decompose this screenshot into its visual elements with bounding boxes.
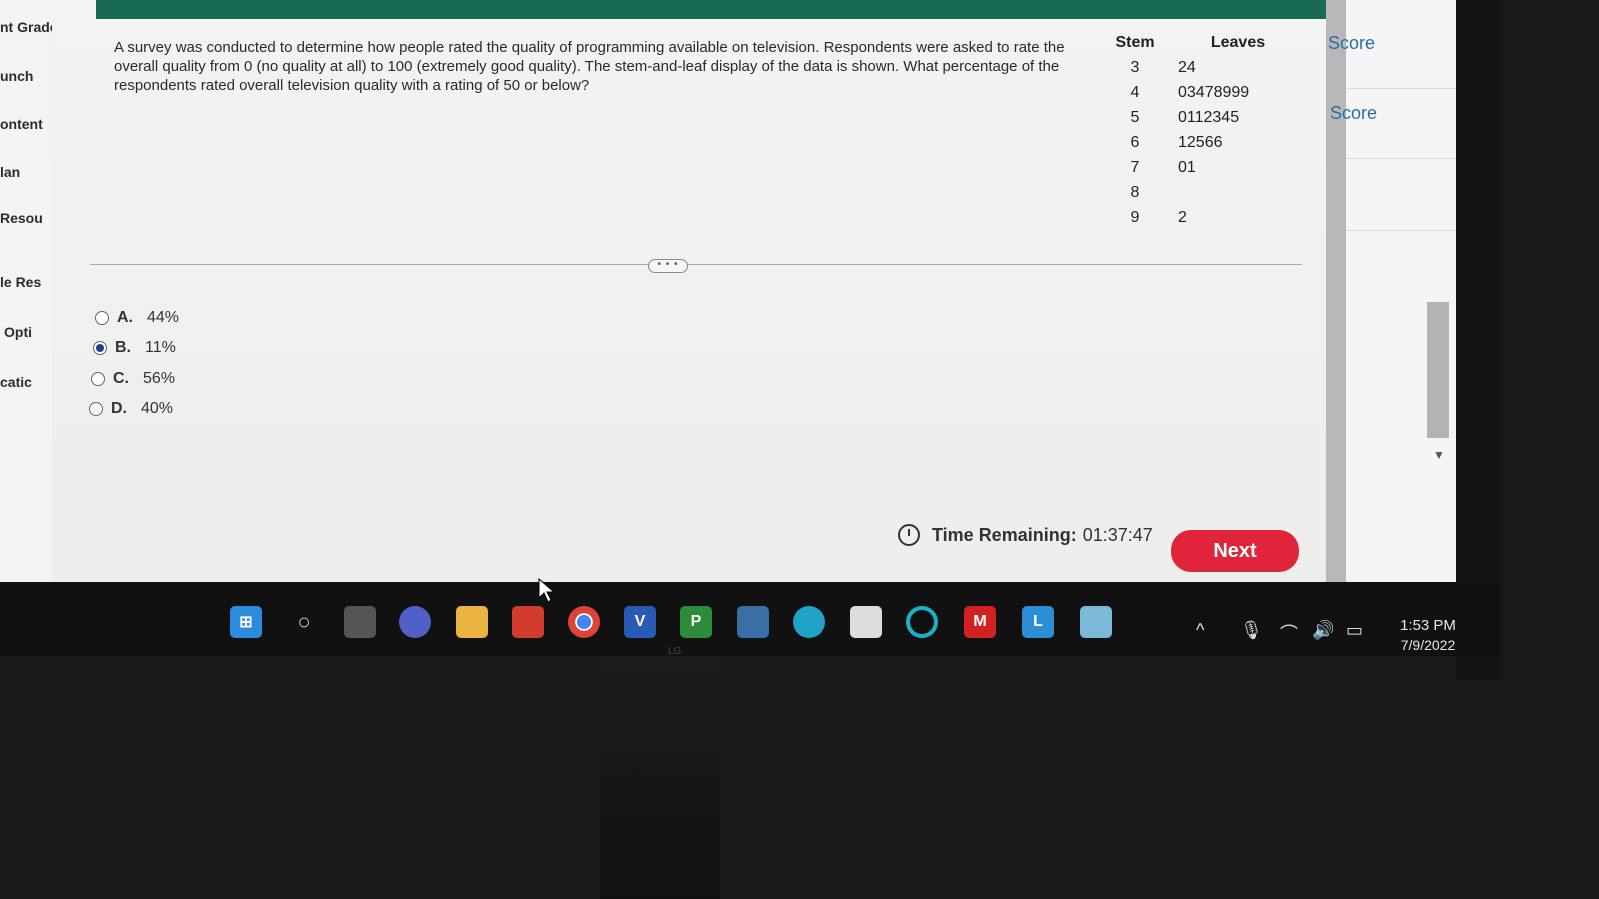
visio-icon[interactable]: V [624,606,656,638]
option-d[interactable]: D. 40% [89,398,173,420]
chrome-icon[interactable] [568,606,600,638]
stem-cell: 5 [1130,108,1140,126]
next-button[interactable]: Next [1171,530,1299,572]
divider-drag-handle[interactable]: • • • [648,259,688,273]
stem-cell: 3 [1130,58,1140,76]
zoom-icon[interactable] [399,606,431,638]
radio-selected-icon[interactable] [93,341,107,355]
stem-cell: 7 [1130,158,1140,176]
leaves-cell: 0112345 [1178,108,1240,126]
radio-icon[interactable] [91,372,105,386]
taskbar-date[interactable]: 7/9/2022 [1388,637,1468,653]
monitor-stand [600,656,720,899]
main-scrollbar[interactable] [1326,0,1346,600]
table-row: 3 24 [1100,55,1298,80]
wifi-icon[interactable]: ⌒ [1280,620,1298,646]
right-divider [1346,230,1456,231]
radio-icon[interactable] [89,402,103,416]
task-view-icon[interactable] [344,606,376,638]
option-letter: A. [117,309,133,326]
option-b[interactable]: B. 11% [93,337,176,359]
table-row: 6 12566 [1100,130,1298,155]
monitor-bezel [1456,0,1501,680]
table-row: 8 [1100,180,1298,205]
battery-icon[interactable]: ▭ [1346,620,1363,641]
cortana-icon[interactable] [906,606,938,638]
right-scroll-thumb[interactable] [1427,302,1449,438]
chevron-up-icon[interactable]: ^ [1196,620,1204,641]
table-row: 7 01 [1100,155,1298,180]
stem-leaf-table: Stem Leaves 3 24 4 03478999 5 0112345 6 … [1100,34,1298,230]
leaves-cell: 2 [1178,208,1187,226]
store-icon[interactable] [850,606,882,638]
taskbar-time[interactable]: 1:53 PM [1388,617,1468,634]
edge-icon[interactable] [793,606,825,638]
leaves-cell: 01 [1178,158,1196,176]
leaves-cell: 12566 [1178,133,1223,151]
option-c[interactable]: C. 56% [91,368,175,390]
table-row: 4 03478999 [1100,80,1298,105]
score-link[interactable]: Score [1330,103,1377,124]
office-icon[interactable] [512,606,544,638]
mouse-cursor-icon [538,578,556,603]
app-l-icon[interactable]: L [1022,606,1054,638]
search-icon[interactable]: ○ [288,606,320,638]
radio-icon[interactable] [95,311,109,325]
left-sidebar: nt Grade unch ontent lan Resou le Res Op… [0,0,59,582]
right-scroll-down-icon[interactable]: ▼ [1433,448,1445,462]
file-explorer-icon[interactable] [456,606,488,638]
header-bar [96,0,1336,19]
stem-header: Stem [1115,34,1155,51]
option-letter: B. [115,339,131,356]
app-icon-2[interactable] [1080,606,1112,638]
timer-value: 01:37:47 [1082,524,1153,545]
option-a[interactable]: A. 44% [95,307,179,329]
right-divider [1346,158,1456,159]
option-value: 44% [147,309,180,326]
microphone-icon[interactable]: 🎙 [1240,620,1263,641]
leaves-cell: 03478999 [1178,83,1250,101]
table-row: 5 0112345 [1100,105,1298,130]
pane-divider [90,264,1302,265]
clock-icon [898,524,920,546]
leaves-cell [1170,180,1298,205]
leaves-header: Leaves [1210,34,1266,51]
app-icon[interactable] [737,606,769,638]
option-value: 11% [145,339,176,356]
option-letter: C. [113,370,129,387]
stem-cell: 4 [1130,83,1140,101]
table-row: 9 2 [1100,205,1298,230]
project-icon[interactable]: P [680,606,712,638]
question-text: A survey was conducted to determine how … [114,39,1065,94]
timer-label: Time Remaining: [932,524,1077,545]
option-value: 56% [143,370,176,387]
option-value: 40% [141,400,174,417]
leaves-cell: 24 [1178,58,1196,76]
stem-cell: 9 [1130,208,1140,226]
mcafee-icon[interactable]: M [964,606,996,638]
windows-start-icon[interactable]: ⊞ [230,606,262,638]
volume-icon[interactable]: 🔊 [1312,620,1334,641]
stem-cell: 8 [1130,183,1140,201]
time-remaining: Time Remaining: 01:37:47 [898,524,1153,546]
option-letter: D. [111,400,127,417]
score-link[interactable]: Score [1328,33,1375,54]
right-divider [1346,88,1456,89]
stem-cell: 6 [1130,133,1140,151]
